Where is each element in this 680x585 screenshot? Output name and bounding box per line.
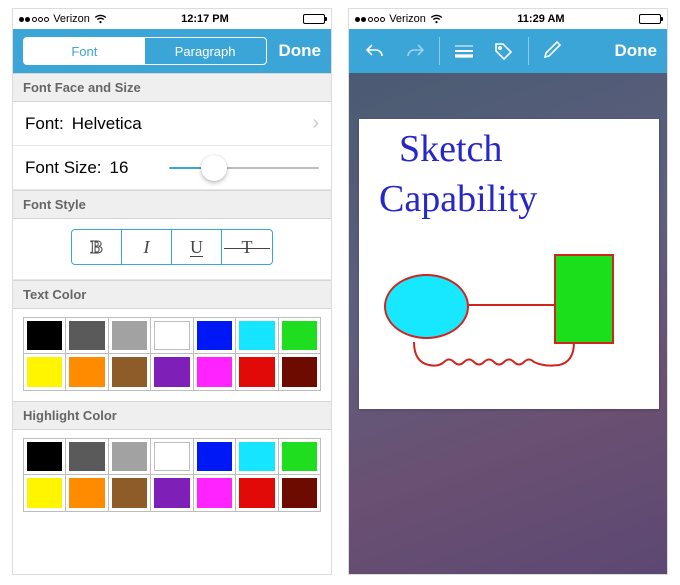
text-color-swatch[interactable] <box>108 318 150 353</box>
battery-icon <box>639 14 661 24</box>
section-highlight-color: Highlight Color <box>13 401 331 430</box>
undo-button[interactable] <box>359 35 391 67</box>
highlight-color-swatch[interactable] <box>150 475 192 511</box>
highlight-color-swatch[interactable] <box>235 439 277 474</box>
sketch-rect <box>554 254 614 344</box>
text-color-swatch[interactable] <box>23 318 65 353</box>
sketch-oval <box>384 274 469 339</box>
text-color-swatch[interactable] <box>235 354 277 390</box>
highlight-color-swatch[interactable] <box>193 439 235 474</box>
tab-paragraph[interactable]: Paragraph <box>145 38 266 64</box>
section-font-style: Font Style <box>13 190 331 219</box>
highlight-color-swatch[interactable] <box>108 475 150 511</box>
segmented-control: Font Paragraph <box>23 37 267 65</box>
highlight-color-swatch[interactable] <box>235 475 277 511</box>
status-time: 11:29 AM <box>517 13 564 25</box>
highlight-color-swatch[interactable] <box>23 475 65 511</box>
done-button[interactable]: Done <box>615 41 658 61</box>
text-color-swatch[interactable] <box>108 354 150 390</box>
signal-dots-icon <box>19 17 49 22</box>
font-row[interactable]: Font: Helvetica › <box>13 102 331 146</box>
strikethrough-button[interactable]: T <box>222 230 272 264</box>
tag-button[interactable] <box>488 35 520 67</box>
battery-icon <box>303 14 325 24</box>
text-color-swatch[interactable] <box>278 354 320 390</box>
font-size-slider[interactable] <box>169 156 319 180</box>
sketch-canvas[interactable]: Sketch Capability <box>359 119 659 409</box>
done-button[interactable]: Done <box>279 41 322 61</box>
font-label: Font: <box>25 114 64 134</box>
handwriting-line1: Sketch <box>399 129 502 171</box>
text-color-swatch[interactable] <box>65 354 107 390</box>
text-color-swatch[interactable] <box>65 318 107 353</box>
italic-button[interactable]: I <box>122 230 172 264</box>
status-time: 12:17 PM <box>181 13 229 25</box>
highlight-color-swatch[interactable] <box>278 475 320 511</box>
text-color-swatch[interactable] <box>150 318 192 353</box>
text-color-swatch[interactable] <box>193 318 235 353</box>
highlight-color-grid <box>23 438 321 512</box>
wifi-icon <box>430 14 443 24</box>
highlight-color-swatch[interactable] <box>65 439 107 474</box>
text-color-swatch[interactable] <box>278 318 320 353</box>
section-font-face-size: Font Face and Size <box>13 73 331 102</box>
highlight-color-swatch[interactable] <box>150 439 192 474</box>
highlight-color-swatch[interactable] <box>23 439 65 474</box>
text-color-swatch[interactable] <box>150 354 192 390</box>
highlight-color-swatch[interactable] <box>193 475 235 511</box>
redo-button[interactable] <box>399 35 431 67</box>
text-color-swatch[interactable] <box>235 318 277 353</box>
highlight-color-swatch[interactable] <box>278 439 320 474</box>
line-weight-button[interactable] <box>448 35 480 67</box>
sketch-toolbar: Done <box>349 29 667 73</box>
font-value: Helvetica <box>72 114 142 134</box>
highlight-color-swatch[interactable] <box>65 475 107 511</box>
section-text-color: Text Color <box>13 280 331 309</box>
bold-button[interactable]: B <box>72 230 122 264</box>
font-size-value: 16 <box>110 158 129 178</box>
text-color-swatch[interactable] <box>23 354 65 390</box>
status-bar: Verizon 11:29 AM <box>349 9 667 29</box>
font-size-row: Font Size: 16 <box>13 146 331 190</box>
pen-button[interactable] <box>537 35 569 67</box>
tab-font[interactable]: Font <box>24 38 145 64</box>
font-style-row: B I U T <box>13 219 331 280</box>
text-color-swatch[interactable] <box>193 354 235 390</box>
underline-button[interactable]: U <box>172 230 222 264</box>
handwriting-line2: Capability <box>379 179 537 221</box>
font-size-label: Font Size: <box>25 158 102 178</box>
sketch-connector-line <box>469 304 554 306</box>
highlight-color-swatch[interactable] <box>108 439 150 474</box>
carrier-label: Verizon <box>389 13 426 25</box>
toolbar: Font Paragraph Done <box>13 29 331 73</box>
chevron-right-icon: › <box>312 112 319 135</box>
sketch-squiggle <box>409 337 579 377</box>
status-bar: Verizon 12:17 PM <box>13 9 331 29</box>
text-color-grid <box>23 317 321 391</box>
wifi-icon <box>94 14 107 24</box>
signal-dots-icon <box>355 17 385 22</box>
phone-sketch-canvas: Verizon 11:29 AM Done Sket <box>348 8 668 575</box>
phone-font-settings: Verizon 12:17 PM Font Paragraph Done Fon… <box>12 8 332 575</box>
carrier-label: Verizon <box>53 13 90 25</box>
